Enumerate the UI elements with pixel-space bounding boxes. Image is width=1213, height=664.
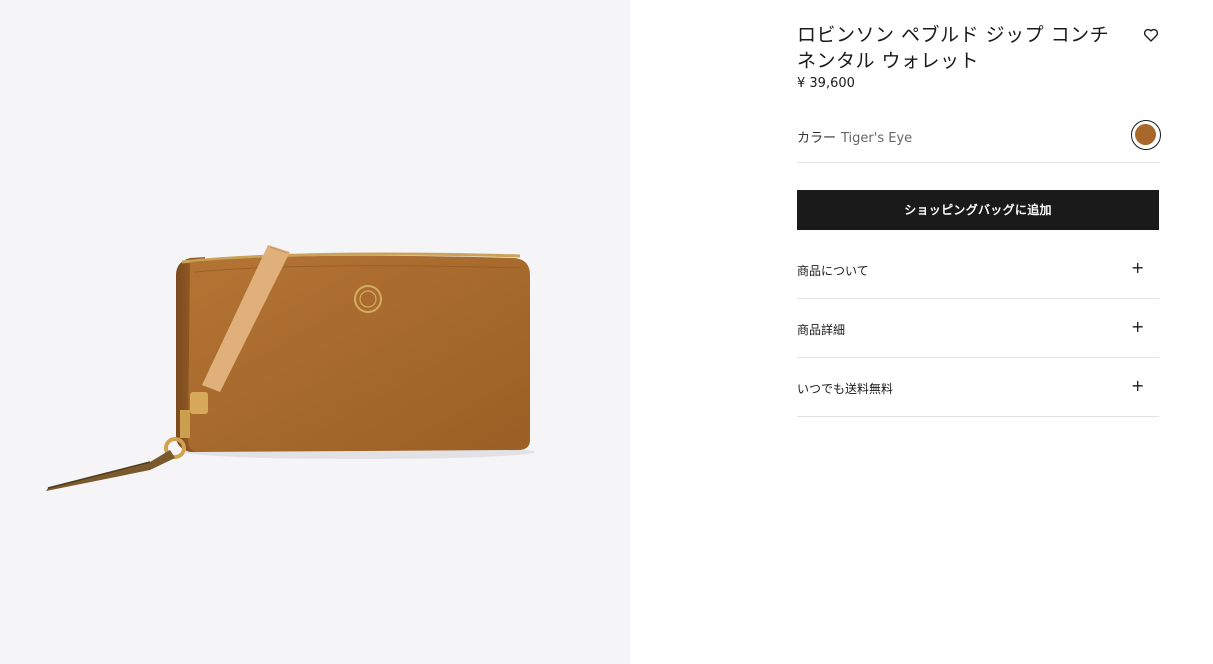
- accordion-label: いつでも送料無料: [797, 382, 894, 396]
- heart-outline-icon[interactable]: [1142, 26, 1160, 44]
- accordion-label: 商品詳細: [797, 323, 846, 337]
- color-label: カラー Tiger's Eye: [797, 127, 912, 146]
- product-image-gallery[interactable]: [0, 0, 630, 664]
- plus-icon: +: [1131, 376, 1145, 395]
- color-selector: カラー Tiger's Eye: [797, 118, 1161, 163]
- accordion-free-shipping[interactable]: いつでも送料無料 +: [797, 358, 1159, 417]
- accordion-product-details[interactable]: 商品詳細 +: [797, 299, 1159, 358]
- product-title: ロビンソン ペブルド ジップ コンチネンタル ウォレット: [797, 24, 1110, 72]
- product-image: [46, 245, 535, 491]
- color-swatch-selected[interactable]: [1131, 120, 1161, 150]
- color-label-text: カラー: [797, 131, 837, 146]
- accordion-about-product[interactable]: 商品について +: [797, 240, 1159, 299]
- color-swatch-fill: [1135, 124, 1156, 145]
- accordion-label: 商品について: [797, 264, 869, 278]
- plus-icon: +: [1131, 317, 1145, 336]
- add-to-bag-button[interactable]: ショッピングバッグに追加: [797, 190, 1159, 230]
- product-price: ¥ 39,600: [797, 76, 855, 91]
- plus-icon: +: [1131, 258, 1145, 277]
- product-info-panel: ロビンソン ペブルド ジップ コンチネンタル ウォレット ¥ 39,600 カラ…: [797, 0, 1161, 664]
- color-name: Tiger's Eye: [841, 131, 913, 146]
